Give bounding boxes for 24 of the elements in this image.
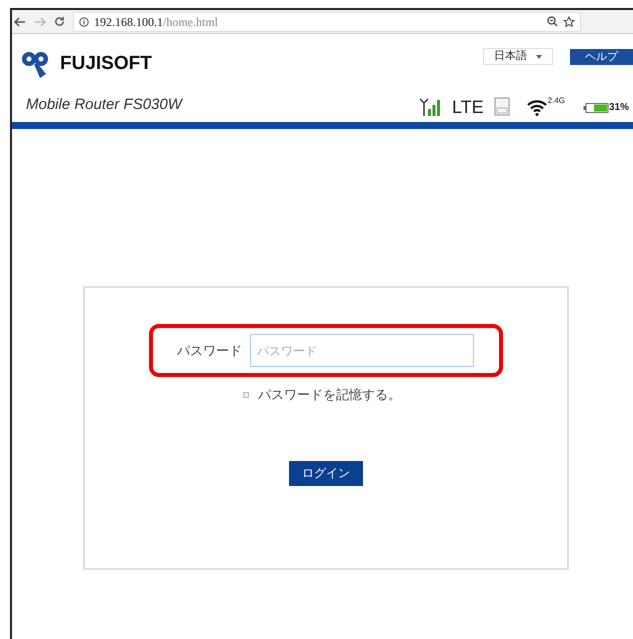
sim-card-icon (494, 97, 510, 116)
info-icon (79, 16, 89, 26)
zoom-icon[interactable] (547, 16, 558, 27)
password-field[interactable]: パスワード (250, 334, 474, 367)
remember-checkbox[interactable] (243, 392, 249, 398)
network-type: LTE (452, 98, 484, 116)
dropdown-arrow-icon (536, 54, 542, 58)
back-icon[interactable] (14, 16, 26, 26)
remember-password-label: パスワードを記憶する。 (258, 386, 401, 404)
wifi-band-label: 2.4G (548, 95, 565, 107)
brand-name: FUJISOFT (60, 52, 152, 76)
signal-icon (420, 98, 442, 116)
battery-icon (582, 102, 609, 112)
star-icon[interactable] (563, 16, 575, 28)
product-name: Mobile Router FS030W (26, 94, 182, 114)
login-button[interactable]: ログイン (289, 460, 363, 486)
reload-icon[interactable] (54, 16, 65, 27)
language-select[interactable]: 日本語 (483, 48, 553, 65)
url-text: 192.168.100.1/home.html (94, 14, 219, 30)
battery-percentage: 31% (608, 101, 629, 115)
address-bar[interactable]: 192.168.100.1/home.html (73, 12, 581, 32)
password-label: パスワード (177, 342, 242, 360)
help-button[interactable]: ヘルプ (570, 48, 633, 64)
wifi-icon (526, 98, 548, 116)
